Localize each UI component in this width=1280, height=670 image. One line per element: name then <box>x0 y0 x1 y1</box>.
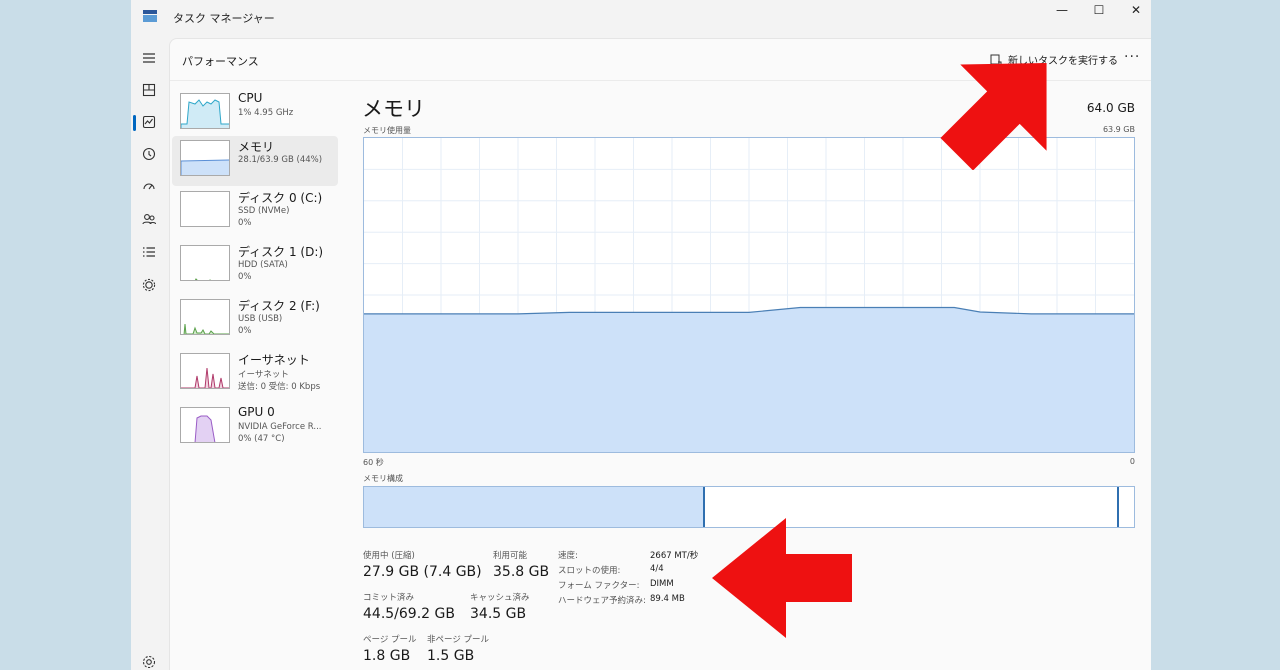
device-detail: 28.1/63.9 GB (44%) <box>238 155 323 165</box>
paged-pool-label: ページ プール <box>363 635 417 645</box>
device-name: ディスク 2 (F:) <box>238 299 320 313</box>
gpu-0-thumbnail-graph <box>180 407 230 443</box>
device-item-gpu-0[interactable]: GPU 0 NVIDIA GeForce R... 0% (47 °C) <box>172 403 338 453</box>
more-options-button[interactable]: ··· <box>1124 49 1140 65</box>
composition-segment[interactable] <box>364 487 703 527</box>
device-usage: 送信: 0 受信: 0 Kbps <box>238 382 321 392</box>
performance-panel: パフォーマンス 新しいタスクを実行する ··· CPU 1% 4.95 GHz … <box>169 38 1151 670</box>
hardware-reserved-label: ハードウェア予約済み: <box>558 596 646 606</box>
cached-value: 34.5 GB <box>470 606 527 622</box>
window-title: タスク マネージャー <box>173 12 275 25</box>
memory-usage-graph <box>363 137 1135 453</box>
nonpaged-pool-value: 1.5 GB <box>427 648 475 664</box>
cpu-thumbnail-graph <box>180 93 230 129</box>
device-name: イーサネット <box>238 353 310 367</box>
disk-2-thumbnail-graph <box>180 299 230 335</box>
form-factor-label: フォーム ファクター: <box>558 581 640 591</box>
time-axis-end: 0 <box>1129 457 1135 466</box>
task-manager-window: タスク マネージャー — ☐ ✕ パフォーマンス 新しいタスクを実行する ···… <box>131 0 1151 670</box>
device-name: ディスク 1 (D:) <box>238 245 324 259</box>
disk-0-thumbnail-graph <box>180 191 230 227</box>
committed-label: コミット済み <box>363 593 415 603</box>
slots-label: スロットの使用: <box>558 566 621 576</box>
memory-total: 64.0 GB <box>1086 101 1135 115</box>
maximize-button[interactable]: ☐ <box>1080 0 1118 20</box>
device-detail: 1% 4.95 GHz <box>238 108 294 118</box>
processes-icon[interactable] <box>131 78 167 102</box>
details-icon[interactable] <box>131 240 167 264</box>
speed-value: 2667 MT/秒 <box>650 551 699 561</box>
speed-label: 速度: <box>558 551 578 561</box>
memory-thumbnail-graph <box>180 140 230 176</box>
device-name: CPU <box>238 91 263 105</box>
composition-segment[interactable] <box>705 487 1118 527</box>
composition-segment[interactable] <box>1118 487 1134 527</box>
memory-usage-area <box>364 307 1134 452</box>
run-new-task-button[interactable]: 新しいタスクを実行する <box>990 52 1118 67</box>
device-detail: NVIDIA GeForce R... <box>238 422 322 432</box>
title-bar: タスク マネージャー — ☐ ✕ <box>131 0 1151 38</box>
memory-composition-bar <box>363 486 1135 528</box>
device-name: メモリ <box>238 140 275 154</box>
device-usage: 0% <box>238 272 252 282</box>
device-usage: 0% <box>238 218 252 228</box>
device-detail: HDD (SATA) <box>238 260 288 270</box>
users-icon[interactable] <box>131 207 167 231</box>
committed-value: 44.5/69.2 GB <box>363 606 455 622</box>
device-name: GPU 0 <box>238 405 275 419</box>
close-button[interactable]: ✕ <box>1117 0 1151 20</box>
panel-header: パフォーマンス 新しいタスクを実行する ··· <box>170 39 1151 81</box>
device-item-ethernet[interactable]: イーサネット イーサネット 送信: 0 受信: 0 Kbps <box>172 349 338 399</box>
device-detail: USB (USB) <box>238 314 283 324</box>
time-axis-start: 60 秒 <box>363 458 384 467</box>
cached-label: キャッシュ済み <box>470 593 530 603</box>
disk-1-thumbnail-graph <box>180 245 230 281</box>
available-label: 利用可能 <box>493 551 528 561</box>
task-manager-app-icon <box>143 10 157 22</box>
form-factor-value: DIMM <box>650 579 674 589</box>
page-title: パフォーマンス <box>182 55 259 68</box>
device-usage: 0% <box>238 326 252 336</box>
device-detail: SSD (NVMe) <box>238 206 290 216</box>
minimize-button[interactable]: — <box>1043 0 1081 20</box>
paged-pool-value: 1.8 GB <box>363 648 411 664</box>
memory-usage-label: メモリ使用量 <box>363 126 411 135</box>
memory-composition-label: メモリ構成 <box>363 474 403 483</box>
slots-value: 4/4 <box>650 564 664 574</box>
device-item-disk-2[interactable]: ディスク 2 (F:) USB (USB) 0% <box>172 295 338 345</box>
menu-icon[interactable] <box>131 46 167 70</box>
run-task-label: 新しいタスクを実行する <box>1008 56 1118 67</box>
in-use-value: 27.9 GB (7.4 GB) <box>363 564 482 580</box>
device-item-disk-0[interactable]: ディスク 0 (C:) SSD (NVMe) 0% <box>172 187 338 237</box>
memory-usage-chart <box>364 138 1134 452</box>
device-name: ディスク 0 (C:) <box>238 191 323 205</box>
app-history-icon[interactable] <box>131 142 167 166</box>
run-task-icon <box>990 54 1002 65</box>
services-icon[interactable] <box>131 273 167 297</box>
ethernet-thumbnail-graph <box>180 353 230 389</box>
nonpaged-pool-label: 非ページ プール <box>427 635 490 645</box>
memory-heading: メモリ <box>362 97 425 121</box>
device-item-cpu[interactable]: CPU 1% 4.95 GHz <box>172 89 338 139</box>
device-item-memory[interactable]: メモリ 28.1/63.9 GB (44%) <box>172 136 338 186</box>
device-item-disk-1[interactable]: ディスク 1 (D:) HDD (SATA) 0% <box>172 241 338 291</box>
hardware-reserved-value: 89.4 MB <box>650 594 685 604</box>
device-usage: 0% (47 °C) <box>238 434 285 444</box>
in-use-label: 使用中 (圧縮) <box>363 551 415 561</box>
settings-icon[interactable] <box>131 650 167 670</box>
startup-icon[interactable] <box>131 174 167 198</box>
device-detail: イーサネット <box>238 370 289 380</box>
memory-usage-max: 63.9 GB <box>1102 125 1135 134</box>
performance-icon[interactable] <box>131 110 167 134</box>
available-value: 35.8 GB <box>493 564 550 580</box>
